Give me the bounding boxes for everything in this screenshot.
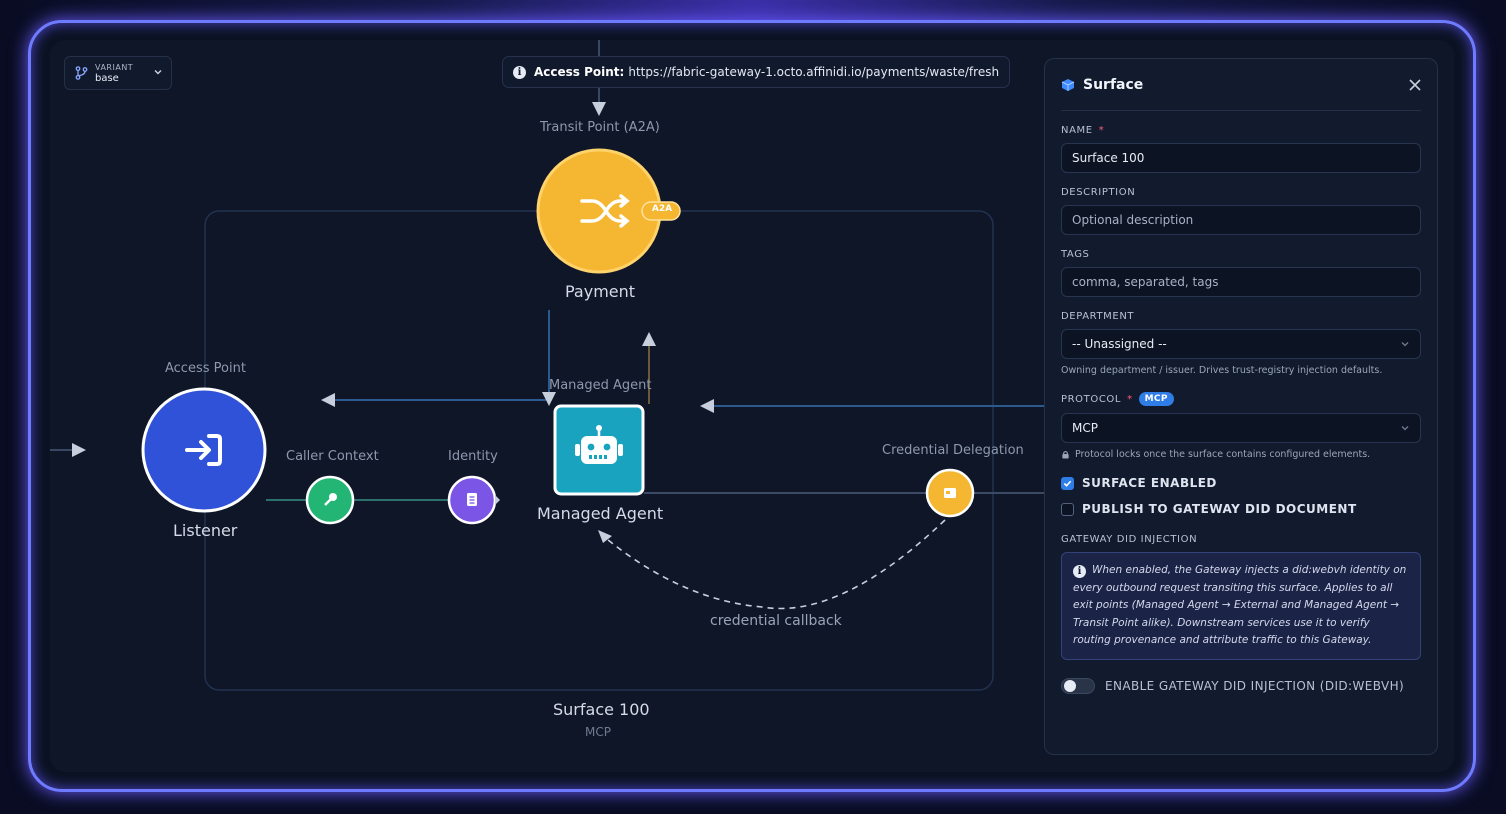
tags-field-label: TAGS <box>1061 249 1090 260</box>
protocol-field-label: PROTOCOL * MCP <box>1061 392 1421 406</box>
department-hint: Owning department / issuer. Drives trust… <box>1061 365 1383 376</box>
surface-properties-panel: Surface NAME * DESCRIPTION TAGS DEPARTMEN… <box>1044 58 1438 755</box>
transit-point-label: Transit Point (A2A) <box>540 120 660 135</box>
name-field-label: NAME * <box>1061 125 1421 136</box>
variant-selector[interactable]: VARIANT base <box>64 56 172 90</box>
access-point-label: Access Point <box>165 361 246 376</box>
name-input[interactable] <box>1061 143 1421 173</box>
chevron-down-icon <box>154 69 162 75</box>
panel-header: Surface <box>1061 59 1421 111</box>
credential-card-icon <box>944 488 956 498</box>
tags-input[interactable] <box>1061 267 1421 297</box>
publish-row[interactable]: PUBLISH TO GATEWAY DID DOCUMENT <box>1061 502 1421 516</box>
listener-inbound-arrow <box>72 443 86 457</box>
injection-section-label: GATEWAY DID INJECTION <box>1061 534 1198 545</box>
info-icon: i <box>513 65 526 79</box>
return-arrow <box>321 393 335 407</box>
required-marker: * <box>1098 125 1105 136</box>
surface-enabled-label: SURFACE ENABLED <box>1082 476 1217 490</box>
protocol-hint: Protocol locks once the surface contains… <box>1061 449 1421 460</box>
caller-context-label: Caller Context <box>286 449 379 464</box>
injection-toggle-row[interactable]: ENABLE GATEWAY DID INJECTION (DID:WEBVH) <box>1061 677 1421 694</box>
department-select[interactable]: -- Unassigned -- <box>1061 329 1421 359</box>
credential-callback-path <box>601 519 946 610</box>
access-point-url[interactable]: https://fabric-gateway-1.octo.affinidi.i… <box>628 65 999 79</box>
variant-value: base <box>95 73 119 84</box>
external-return-arrow <box>700 399 714 413</box>
surface-name-label: Surface 100 <box>553 700 650 719</box>
info-icon: i <box>1073 565 1086 579</box>
protocol-select[interactable]: MCP <box>1061 413 1421 443</box>
publish-label: PUBLISH TO GATEWAY DID DOCUMENT <box>1082 502 1357 516</box>
access-point-bar: i Access Point: https://fabric-gateway-1… <box>502 56 1010 88</box>
lock-icon <box>1062 451 1069 459</box>
publish-checkbox[interactable] <box>1061 502 1074 516</box>
managed-agent-label: Managed Agent <box>537 504 664 523</box>
required-marker: * <box>1127 393 1133 405</box>
toggle-knob <box>1064 679 1076 692</box>
close-icon[interactable] <box>1409 78 1421 91</box>
surface-enabled-row[interactable]: SURFACE ENABLED <box>1061 476 1421 490</box>
protocol-value: MCP <box>1072 421 1098 435</box>
protocol-label-text: PROTOCOL <box>1061 393 1122 405</box>
surface-enabled-checkbox[interactable] <box>1061 476 1074 490</box>
a2a-badge-text: A2A <box>651 204 673 214</box>
check-icon <box>1063 480 1072 487</box>
panel-title: Surface <box>1083 76 1144 93</box>
injection-info-box: i When enabled, the Gateway injects a did… <box>1061 552 1421 660</box>
protocol-badge: MCP <box>1138 392 1174 406</box>
access-point-bar-label: Access Point: <box>534 65 625 79</box>
identity-label: Identity <box>448 449 498 464</box>
payment-label: Payment <box>565 282 636 301</box>
id-card-icon <box>467 493 477 506</box>
git-branch-icon <box>75 66 88 80</box>
credential-callback-label: credential callback <box>710 613 842 629</box>
managed-agent-top-label: Managed Agent <box>549 378 652 393</box>
injection-info-text: When enabled, the Gateway injects a did:… <box>1073 564 1407 646</box>
transit-inbound-arrow <box>592 102 606 116</box>
identity-arrow <box>495 495 500 505</box>
credential-delegation-label: Credential Delegation <box>882 443 1024 458</box>
protocol-hint-text: Protocol locks once the surface contains… <box>1075 449 1371 460</box>
surface-protocol-label: MCP <box>585 725 611 739</box>
description-field-label: DESCRIPTION <box>1061 187 1136 198</box>
department-value: -- Unassigned -- <box>1072 337 1167 351</box>
chevron-down-icon <box>1401 426 1409 431</box>
description-input[interactable] <box>1061 205 1421 235</box>
variant-label: VARIANT <box>95 63 134 72</box>
agent-to-payment-arrow <box>642 332 656 346</box>
injection-toggle-label: ENABLE GATEWAY DID INJECTION (DID:WEBVH) <box>1105 678 1405 693</box>
name-label-text: NAME <box>1061 125 1093 136</box>
department-field-label: DEPARTMENT <box>1061 311 1135 322</box>
chevron-down-icon <box>1401 342 1409 347</box>
cube-icon <box>1061 78 1075 91</box>
injection-toggle[interactable] <box>1061 677 1095 694</box>
listener-label: Listener <box>173 521 238 540</box>
